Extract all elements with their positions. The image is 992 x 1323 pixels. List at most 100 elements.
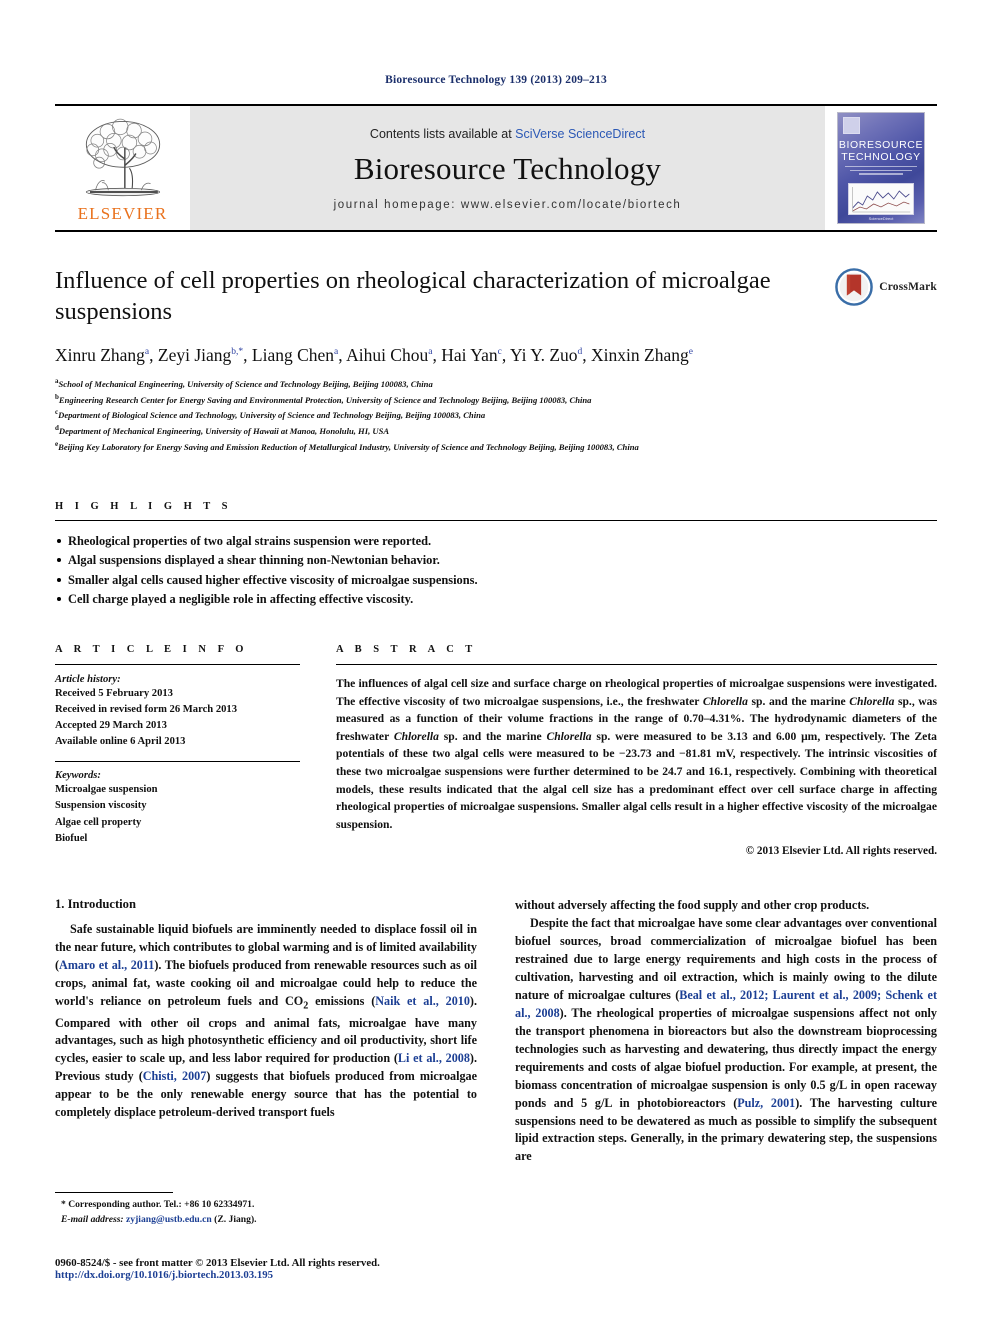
affiliation-mark: e bbox=[55, 439, 59, 448]
species-name: Chlorella bbox=[393, 729, 439, 743]
email-suffix: (Z. Jiang). bbox=[214, 1213, 257, 1225]
highlight-item: Smaller algal cells caused higher effect… bbox=[55, 571, 937, 591]
author-name: Xinru Zhang bbox=[55, 344, 145, 365]
title-block: Influence of cell properties on rheologi… bbox=[55, 266, 937, 455]
affiliation-entry: cDepartment of Biological Science and Te… bbox=[55, 408, 486, 421]
article-info-column: A R T I C L E I N F O Article history: R… bbox=[55, 644, 300, 857]
abstract-copyright: © 2013 Elsevier Ltd. All rights reserved… bbox=[745, 845, 937, 858]
contents-prefix: Contents lists available at bbox=[369, 127, 516, 141]
email-link[interactable]: zyjiang@ustb.edu.cn bbox=[126, 1214, 212, 1225]
cover-title-line1: BIORESOURCE bbox=[838, 139, 924, 151]
article-info-divider bbox=[55, 761, 300, 763]
author-affiliation-mark: a bbox=[428, 346, 433, 357]
article-title: Influence of cell properties on rheologi… bbox=[55, 267, 771, 325]
highlights-list: Rheological properties of two algal stra… bbox=[55, 532, 937, 610]
highlights-heading: H I G H L I G H T S bbox=[55, 500, 233, 512]
abstract-heading: A B S T R A C T bbox=[336, 644, 477, 655]
running-head: Bioresource Technology 139 (2013) 209–21… bbox=[385, 74, 607, 86]
author-list: Xinru Zhanga, Zeyi Jiangb,*, Liang Chena… bbox=[55, 344, 693, 365]
affiliation-mark: a bbox=[55, 376, 59, 385]
affiliation-mark: c bbox=[55, 408, 59, 417]
body-column-left: 1. Introduction Safe sustainable liquid … bbox=[55, 897, 477, 1166]
author-affiliation-mark: d bbox=[577, 346, 583, 357]
species-name: Chlorella bbox=[849, 694, 895, 708]
cover-image: BIORESOURCE TECHNOLOGY ScienceDirect bbox=[837, 112, 925, 224]
affiliation-entry: dDepartment of Mechanical Engineering, U… bbox=[55, 424, 390, 436]
cover-footer-text: ScienceDirect bbox=[868, 216, 894, 221]
crossmark-icon bbox=[835, 268, 873, 306]
info-abstract-row: A R T I C L E I N F O Article history: R… bbox=[55, 644, 937, 857]
article-page: Bioresource Technology 139 (2013) 209–21… bbox=[0, 0, 992, 1323]
keyword-item: Suspension viscosity bbox=[55, 800, 147, 812]
author-affiliation-mark: b,* bbox=[231, 346, 244, 357]
citation-link[interactable]: Amaro et al., 2011 bbox=[59, 958, 154, 972]
article-info-heading: A R T I C L E I N F O bbox=[55, 644, 248, 655]
cover-publisher-mark bbox=[843, 117, 860, 134]
author-name: Yi Y. Zuo bbox=[509, 344, 578, 365]
affiliation-list: aSchool of Mechanical Engineering, Unive… bbox=[55, 376, 937, 455]
cover-subtitle-lines bbox=[845, 166, 917, 179]
body-paragraph: Safe sustainable liquid biofuels are imm… bbox=[55, 922, 477, 1120]
author-name: Zeyi Jiang bbox=[157, 344, 232, 365]
affiliation-entry: eBeijing Key Laboratory for Energy Savin… bbox=[55, 439, 639, 452]
corresponding-author-note: * Corresponding author. Tel.: +86 10 623… bbox=[61, 1199, 255, 1211]
author-affiliation-mark: a bbox=[144, 346, 150, 357]
article-history-label: Article history: bbox=[55, 674, 121, 685]
crossmark-badge-group[interactable]: CrossMark bbox=[835, 268, 937, 306]
article-history-line: Received 5 February 2013 bbox=[55, 688, 173, 699]
author-affiliation-mark: a bbox=[334, 346, 339, 357]
masthead-center: Contents lists available at SciVerse Sci… bbox=[190, 106, 825, 230]
journal-masthead: ELSEVIER Contents lists available at Sci… bbox=[55, 104, 937, 232]
abstract-text: The influences of algal cell size and su… bbox=[336, 677, 937, 831]
author-name: Hai Yan bbox=[441, 344, 498, 365]
sciencedirect-link[interactable]: SciVerse ScienceDirect bbox=[515, 127, 645, 141]
species-name: Chlorella bbox=[546, 729, 592, 743]
cover-figure bbox=[848, 183, 914, 215]
elsevier-wordmark: ELSEVIER bbox=[77, 203, 168, 223]
issn-copyright-line: 0960-8524/$ - see front matter © 2013 El… bbox=[55, 1257, 380, 1269]
author-name: Liang Chen bbox=[251, 344, 335, 365]
journal-homepage[interactable]: journal homepage: www.elsevier.com/locat… bbox=[334, 199, 682, 211]
species-name: Chlorella bbox=[702, 694, 748, 708]
affiliation-entry: bEngineering Research Center for Energy … bbox=[55, 392, 592, 405]
email-label: E-mail address: bbox=[61, 1213, 124, 1225]
footnote-rule bbox=[55, 1192, 173, 1194]
highlight-item: Algal suspensions displayed a shear thin… bbox=[55, 551, 937, 571]
highlight-item: Rheological properties of two algal stra… bbox=[55, 532, 937, 552]
article-info-body: Article history: Received 5 February 201… bbox=[55, 665, 300, 847]
article-history-line: Available online 6 April 2013 bbox=[55, 736, 186, 748]
body-column-right: without adversely affecting the food sup… bbox=[515, 897, 937, 1166]
elsevier-logo: ELSEVIER bbox=[55, 106, 190, 230]
highlight-item: Cell charge played a negligible role in … bbox=[55, 590, 937, 610]
affiliation-entry: aSchool of Mechanical Engineering, Unive… bbox=[55, 376, 433, 389]
left-column-paragraphs: Safe sustainable liquid biofuels are imm… bbox=[55, 921, 477, 1122]
section-heading-introduction: 1. Introduction bbox=[55, 897, 136, 912]
journal-title: Bioresource Technology bbox=[353, 151, 662, 186]
affiliation-mark: b bbox=[55, 392, 59, 401]
keywords-lines: Microalgae suspension Suspension viscosit… bbox=[55, 782, 300, 846]
subscript: 2 bbox=[303, 1000, 309, 1012]
citation-link[interactable]: Beal et al., 2012; Laurent et al., 2009;… bbox=[515, 988, 937, 1020]
author-affiliation-mark: e bbox=[688, 346, 693, 357]
author-name: Xinxin Zhang bbox=[591, 344, 689, 365]
highlights-rule bbox=[55, 519, 937, 521]
highlights-section: H I G H L I G H T S Rheological properti… bbox=[55, 501, 937, 610]
citation-link[interactable]: Chisti, 2007 bbox=[143, 1069, 207, 1083]
body-paragraph: without adversely affecting the food sup… bbox=[515, 898, 870, 913]
crossmark-label: CrossMark bbox=[879, 281, 937, 293]
keyword-item: Algae cell property bbox=[55, 816, 142, 828]
citation-link[interactable]: Li et al., 2008 bbox=[398, 1051, 470, 1065]
abstract-body: The influences of algal cell size and su… bbox=[336, 665, 937, 857]
email-note: E-mail address: zyjiang@ustb.edu.cn (Z. … bbox=[55, 1213, 475, 1227]
citation-link[interactable]: Naik et al., 2010 bbox=[375, 994, 470, 1008]
cover-plot-icon bbox=[852, 187, 911, 213]
article-history-line: Accepted 29 March 2013 bbox=[55, 720, 167, 732]
keyword-item: Microalgae suspension bbox=[55, 784, 158, 796]
citation-link[interactable]: Pulz, 2001 bbox=[737, 1096, 795, 1110]
abstract-column: A B S T R A C T The influences of algal … bbox=[336, 644, 937, 857]
body-columns: 1. Introduction Safe sustainable liquid … bbox=[55, 897, 937, 1166]
article-history-lines: Received 5 February 2013 Received in revi… bbox=[55, 686, 300, 750]
article-history-line: Received in revised form 26 March 2013 bbox=[55, 704, 238, 716]
affiliation-mark: d bbox=[55, 424, 59, 433]
doi-link[interactable]: http://dx.doi.org/10.1016/j.biortech.201… bbox=[55, 1269, 655, 1281]
